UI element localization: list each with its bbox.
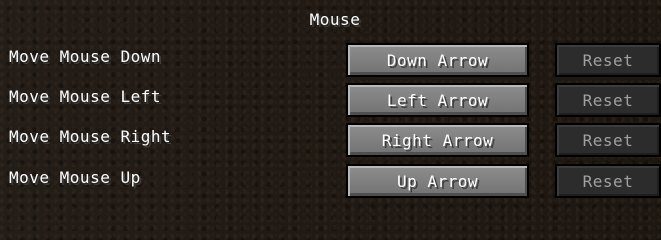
keybind-label: Move Mouse Right bbox=[9, 127, 172, 146]
keybind-button-move-mouse-up[interactable]: Up Arrow bbox=[346, 164, 529, 198]
keybind-label: Move Mouse Down bbox=[9, 47, 161, 66]
reset-button-move-mouse-right: Reset bbox=[555, 123, 661, 157]
keybind-row-move-mouse-down: Move Mouse Down Down Arrow Reset bbox=[0, 43, 661, 77]
keybind-button-move-mouse-left[interactable]: Left Arrow bbox=[346, 83, 529, 117]
reset-button-move-mouse-up: Reset bbox=[555, 164, 661, 198]
keybind-row-move-mouse-up: Move Mouse Up Up Arrow Reset bbox=[0, 164, 661, 198]
keybind-row-move-mouse-right: Move Mouse Right Right Arrow Reset bbox=[0, 123, 661, 157]
keybind-button-move-mouse-right[interactable]: Right Arrow bbox=[346, 123, 529, 157]
section-title: Mouse bbox=[309, 10, 361, 29]
reset-button-move-mouse-down: Reset bbox=[555, 43, 661, 77]
keybind-row-move-mouse-left: Move Mouse Left Left Arrow Reset bbox=[0, 83, 661, 117]
reset-button-move-mouse-left: Reset bbox=[555, 83, 661, 117]
keybind-button-move-mouse-down[interactable]: Down Arrow bbox=[346, 43, 529, 77]
keybind-label: Move Mouse Up bbox=[9, 168, 141, 187]
keybind-label: Move Mouse Left bbox=[9, 87, 161, 106]
